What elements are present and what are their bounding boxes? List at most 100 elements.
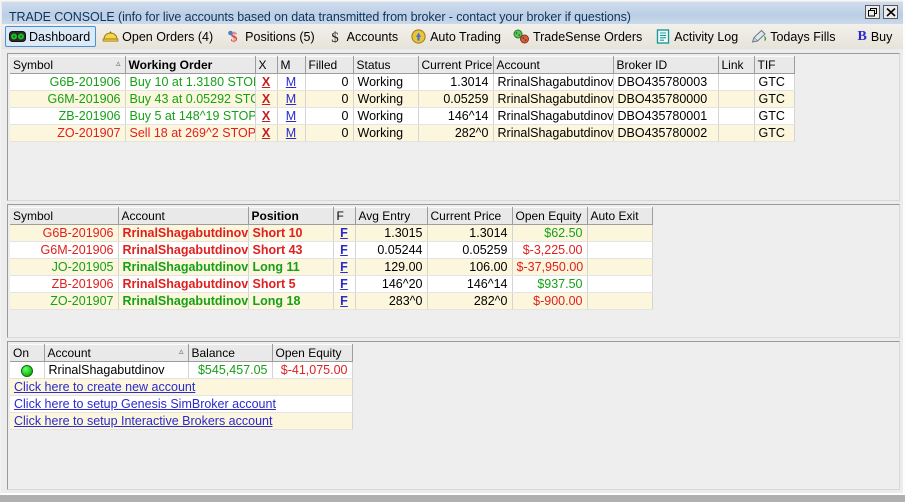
modify-order-button[interactable]: M [277,124,306,142]
cell-working-order: Buy 43 at 0.05292 STOP [125,90,256,108]
table-row[interactable]: G6M-201906 Buy 43 at 0.05292 STOP X M 0 … [10,90,795,108]
cell-open-equity: $-37,950.00 [512,258,588,276]
positions-icon: $ [225,29,242,45]
cell-account: RrinalShagabutdinov [118,241,249,259]
cell-symbol: G6M-201906 [10,90,126,108]
cell-open-equity: $937.50 [512,275,588,293]
accounts-panel: On Account ▵ Balance Open Equity RrinalS… [7,341,900,490]
table-row[interactable]: G6B-201906 Buy 10 at 1.3180 STOP X M 0 W… [10,73,795,91]
flatten-position-button[interactable]: F [333,241,356,259]
table-row[interactable]: JO-201905 RrinalShagabutdinov Long 11 F … [10,258,653,276]
cell-broker-id: DBO435780003 [613,73,719,91]
list-item[interactable]: Click here to create new account [10,378,353,396]
accounts-header-row: On Account ▵ Balance Open Equity [10,344,353,362]
cell-filled: 0 [305,107,354,125]
col-current-price[interactable]: Current Price [418,56,494,74]
list-item[interactable]: Click here to setup Genesis SimBroker ac… [10,395,353,413]
buy-button[interactable]: B Buy [854,26,899,47]
col-account[interactable]: Account ▵ [44,344,189,362]
tab-accounts[interactable]: $ Accounts [323,26,404,47]
cell-symbol: JO-201905 [10,258,119,276]
close-window-button[interactable] [883,5,898,19]
col-status[interactable]: Status [353,56,419,74]
col-balance[interactable]: Balance [188,344,273,362]
table-row[interactable]: ZB-201906 Buy 5 at 148^19 STOP X M 0 Wor… [10,107,795,125]
flatten-position-button[interactable]: F [333,292,356,310]
table-row[interactable]: RrinalShagabutdinov $545,457.05 $-41,075… [10,361,353,379]
modify-order-button[interactable]: M [277,107,306,125]
col-current-price[interactable]: Current Price [427,207,513,225]
close-icon [885,7,896,17]
open-orders-icon [102,29,119,45]
col-position[interactable]: Position [248,207,334,225]
cell-account: RrinalShagabutdinov [493,107,614,125]
accounts-body: RrinalShagabutdinov $545,457.05 $-41,075… [10,361,353,430]
create-new-account-link-cell[interactable]: Click here to create new account [10,378,353,396]
setup-genesis-simbroker-link[interactable]: Click here to setup Genesis SimBroker ac… [14,397,276,411]
flatten-position-button[interactable]: F [333,275,356,293]
window-controls [865,5,898,19]
table-row[interactable]: ZO-201907 Sell 18 at 269^2 STOP X M 0 Wo… [10,124,795,142]
table-row[interactable]: ZB-201906 RrinalShagabutdinov Short 5 F … [10,275,653,293]
col-account[interactable]: Account [493,56,614,74]
cancel-order-button[interactable]: X [255,107,278,125]
tab-dashboard[interactable]: Dashboard [5,26,97,47]
tab-positions[interactable]: $ Positions (5) [221,26,320,47]
table-row[interactable]: G6B-201906 RrinalShagabutdinov Short 10 … [10,224,653,242]
modify-order-button[interactable]: M [277,73,306,91]
col-tif[interactable]: TIF [754,56,795,74]
restore-window-button[interactable] [865,5,880,19]
tab-tradesense-orders[interactable]: TradeSense Orders [509,26,648,47]
setup-interactive-brokers-link-cell[interactable]: Click here to setup Interactive Brokers … [10,412,353,430]
col-modify[interactable]: M [277,56,306,74]
tab-open-orders-label: Open Orders (4) [122,29,214,44]
col-open-equity[interactable]: Open Equity [272,344,353,362]
open-orders-body: G6B-201906 Buy 10 at 1.3180 STOP X M 0 W… [10,73,795,142]
account-enabled-toggle[interactable] [10,361,45,379]
col-on[interactable]: On [10,344,45,362]
cell-account: RrinalShagabutdinov [44,361,189,379]
cell-avg-entry: 0.05244 [355,241,428,259]
table-row[interactable]: ZO-201907 RrinalShagabutdinov Long 18 F … [10,292,653,310]
col-open-equity[interactable]: Open Equity [512,207,588,225]
cell-status: Working [353,73,419,91]
col-symbol[interactable]: Symbol [10,207,119,225]
cancel-order-button[interactable]: X [255,73,278,91]
tab-todays-fills[interactable]: Todays Fills [746,26,841,47]
table-row[interactable]: G6M-201906 RrinalShagabutdinov Short 43 … [10,241,653,259]
col-link[interactable]: Link [718,56,755,74]
col-working-order[interactable]: Working Order [125,56,256,74]
col-filled[interactable]: Filled [305,56,354,74]
auto-trading-icon [410,29,427,45]
tab-open-orders[interactable]: Open Orders (4) [98,26,219,47]
col-symbol[interactable]: Symbol ▵ [10,56,126,74]
flatten-position-button[interactable]: F [333,224,356,242]
cell-auto-exit [587,292,653,310]
col-account[interactable]: Account [118,207,249,225]
cancel-order-button[interactable]: X [255,124,278,142]
create-new-account-link[interactable]: Click here to create new account [14,380,195,394]
tab-auto-trading[interactable]: Auto Trading [406,26,507,47]
cell-avg-entry: 283^0 [355,292,428,310]
col-cancel[interactable]: X [255,56,278,74]
cell-open-equity: $62.50 [512,224,588,242]
open-orders-grid: Symbol ▵ Working Order X M Filled Status… [10,56,795,142]
setup-interactive-brokers-link[interactable]: Click here to setup Interactive Brokers … [14,414,272,428]
cell-position: Short 5 [248,275,334,293]
setup-simbroker-link-cell[interactable]: Click here to setup Genesis SimBroker ac… [10,395,353,413]
list-item[interactable]: Click here to setup Interactive Brokers … [10,412,353,430]
modify-order-button[interactable]: M [277,90,306,108]
title-bar: TRADE CONSOLE (info for live accounts ba… [2,2,903,24]
cancel-order-button[interactable]: X [255,90,278,108]
col-avg-entry[interactable]: Avg Entry [355,207,428,225]
cell-auto-exit [587,224,653,242]
flatten-position-button[interactable]: F [333,258,356,276]
tab-activity-log[interactable]: Activity Log [650,26,744,47]
cell-tif: GTC [754,90,795,108]
col-auto-exit[interactable]: Auto Exit [587,207,653,225]
col-flatten[interactable]: F [333,207,356,225]
sell-button[interactable]: S Sell [900,26,903,47]
tab-tradesense-orders-label: TradeSense Orders [532,29,643,44]
cell-symbol: ZB-201906 [10,275,119,293]
col-broker-id[interactable]: Broker ID [613,56,719,74]
